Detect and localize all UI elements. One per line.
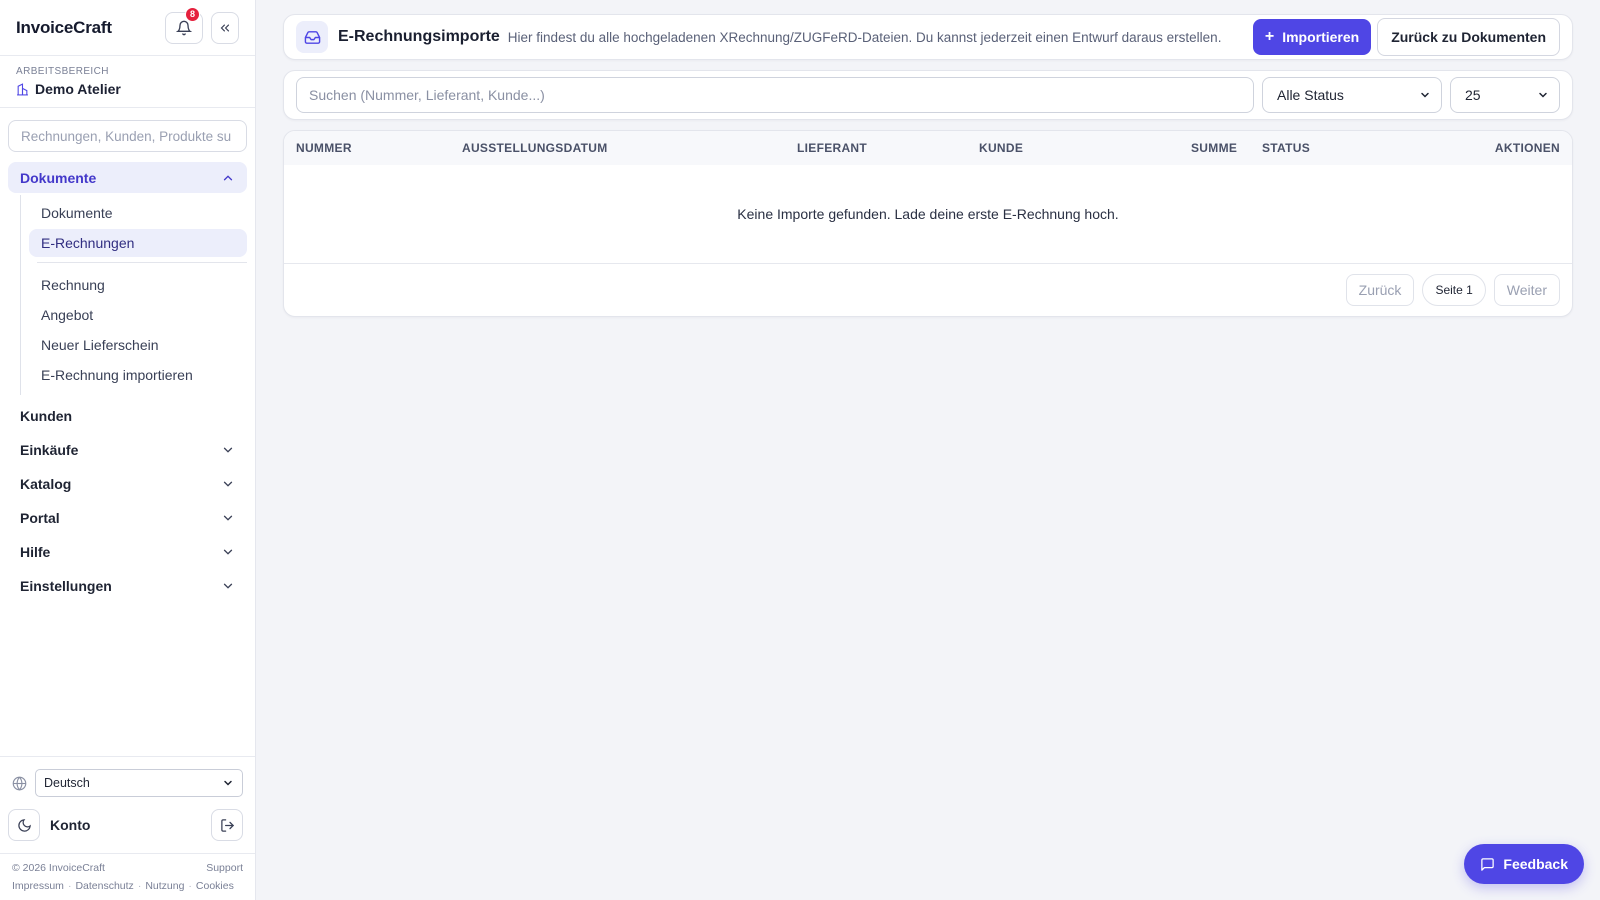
plus-icon: + xyxy=(1264,28,1275,45)
nav-purchases[interactable]: Einkäufe xyxy=(8,433,247,467)
pagination: Zurück Seite 1 Weiter xyxy=(284,264,1572,316)
message-icon xyxy=(1481,857,1495,871)
notifications-button[interactable]: 8 xyxy=(165,6,203,44)
copyright: © 2026 InvoiceCraft xyxy=(12,862,105,874)
per-page-selected: 25 xyxy=(1465,87,1481,103)
column-header-status[interactable]: STATUS xyxy=(1262,141,1310,155)
nav-portal-label: Portal xyxy=(20,510,60,526)
status-select[interactable]: Alle Status xyxy=(1262,77,1442,113)
next-page-button[interactable]: Weiter xyxy=(1493,274,1560,306)
sidebar-item-rechnung[interactable]: Rechnung xyxy=(29,271,247,299)
chevron-up-icon xyxy=(223,174,233,180)
prev-page-button[interactable]: Zurück xyxy=(1345,274,1415,306)
sidebar-item-e-rechnungen[interactable]: E-Rechnungen xyxy=(29,229,247,257)
cookies-link[interactable]: Cookies xyxy=(196,880,234,892)
sidebar-bottom: Deutsch Konto © 2026 InvoiceCraft Suppor… xyxy=(0,756,255,900)
theme-toggle-button[interactable] xyxy=(8,809,40,841)
globe-icon xyxy=(12,776,27,791)
column-header-nummer[interactable]: NUMMER xyxy=(296,141,352,155)
chevron-down-icon xyxy=(223,515,233,521)
bell-icon xyxy=(176,20,192,35)
imports-table: NUMMER AUSSTELLUNGSDATUM LIEFERANT KUNDE… xyxy=(283,130,1573,317)
nutzung-link[interactable]: Nutzung xyxy=(145,880,184,892)
moon-icon xyxy=(17,818,31,832)
column-header-kunde[interactable]: KUNDE xyxy=(979,141,1023,155)
chevron-down-icon xyxy=(223,447,233,453)
nav-purchases-label: Einkäufe xyxy=(20,442,79,458)
chevron-down-icon xyxy=(223,481,233,487)
impressum-link[interactable]: Impressum xyxy=(12,880,64,892)
workspace-label: ARBEITSBEREICH xyxy=(16,66,109,77)
collapse-sidebar-button[interactable] xyxy=(211,11,239,44)
account-link[interactable]: Konto xyxy=(50,817,201,833)
column-header-ausstellungsdatum[interactable]: AUSSTELLUNGSDATUM xyxy=(462,141,608,155)
page-title: E-Rechnungsimporte xyxy=(338,28,500,45)
chevron-down-icon xyxy=(223,583,233,589)
page-header: E-Rechnungsimporte Hier findest du alle … xyxy=(283,14,1573,60)
submenu-divider xyxy=(37,262,247,263)
chevron-down-icon xyxy=(224,780,232,786)
inbox-icon-wrap xyxy=(296,21,328,53)
language-selected: Deutsch xyxy=(44,776,90,790)
feedback-button[interactable]: Feedback xyxy=(1464,844,1584,884)
import-button-label: Importieren xyxy=(1282,29,1360,45)
notification-badge: 8 xyxy=(185,6,200,22)
column-header-lieferant[interactable]: LIEFERANT xyxy=(797,141,867,155)
chevron-down-icon xyxy=(223,549,233,555)
feedback-label: Feedback xyxy=(1503,856,1568,872)
per-page-select[interactable]: 25 xyxy=(1450,77,1560,113)
chevron-down-icon xyxy=(1539,92,1547,98)
table-header: NUMMER AUSSTELLUNGSDATUM LIEFERANT KUNDE… xyxy=(284,131,1572,165)
workspace-name: Demo Atelier xyxy=(35,81,121,97)
filter-bar: Suchen (Nummer, Lieferant, Kunde...) All… xyxy=(283,70,1573,120)
nav-settings[interactable]: Einstellungen xyxy=(8,569,247,603)
sidebar-item-angebot[interactable]: Angebot xyxy=(29,301,247,329)
search-input[interactable]: Suchen (Nummer, Lieferant, Kunde...) xyxy=(296,77,1254,113)
nav-customers-label: Kunden xyxy=(20,408,73,424)
sidebar: InvoiceCraft 8 ARBEITSBEREICH Demo Ateli… xyxy=(0,0,256,900)
sidebar-footer: © 2026 InvoiceCraft Support Impressum · D… xyxy=(0,853,255,900)
building-icon xyxy=(17,82,28,95)
workspace-switcher[interactable]: ARBEITSBEREICH Demo Atelier xyxy=(0,56,255,108)
logout-button[interactable] xyxy=(211,809,243,841)
back-to-documents-button[interactable]: Zurück zu Dokumenten xyxy=(1377,18,1560,56)
separator-dot: · xyxy=(188,880,192,892)
nav-help-label: Hilfe xyxy=(20,544,51,560)
current-page: Seite 1 xyxy=(1422,274,1486,306)
datenschutz-link[interactable]: Datenschutz xyxy=(75,880,133,892)
brand-row: InvoiceCraft 8 xyxy=(0,0,255,56)
sidebar-item-lieferschein[interactable]: Neuer Lieferschein xyxy=(29,331,247,359)
chevron-down-icon xyxy=(1421,92,1429,98)
sidebar-item-e-rechnung-importieren[interactable]: E-Rechnung importieren xyxy=(29,361,247,389)
documents-submenu: Dokumente E-Rechnungen Rechnung Angebot … xyxy=(20,195,247,395)
sidebar-item-dokumente[interactable]: Dokumente xyxy=(29,199,247,227)
support-link[interactable]: Support xyxy=(206,862,243,874)
sidebar-search-input[interactable]: Rechnungen, Kunden, Produkte su xyxy=(8,120,247,152)
column-header-summe[interactable]: SUMME xyxy=(1191,141,1237,155)
nav-documents[interactable]: Dokumente xyxy=(8,162,247,193)
inbox-icon xyxy=(304,30,320,44)
chevrons-left-icon xyxy=(220,24,230,31)
main-content: E-Rechnungsimporte Hier findest du alle … xyxy=(283,14,1573,317)
nav-catalog[interactable]: Katalog xyxy=(8,467,247,501)
empty-state: Keine Importe gefunden. Lade deine erste… xyxy=(284,165,1572,264)
nav-help[interactable]: Hilfe xyxy=(8,535,247,569)
brand-logo: InvoiceCraft xyxy=(16,17,112,37)
import-button[interactable]: + Importieren xyxy=(1252,19,1372,55)
nav-portal[interactable]: Portal xyxy=(8,501,247,535)
nav-documents-label: Dokumente xyxy=(20,169,97,186)
nav-customers[interactable]: Kunden xyxy=(8,399,247,433)
separator-dot: · xyxy=(67,880,72,892)
logout-icon xyxy=(220,818,234,832)
separator-dot: · xyxy=(137,880,142,892)
language-select[interactable]: Deutsch xyxy=(35,769,243,797)
nav-settings-label: Einstellungen xyxy=(20,578,112,594)
page-description: Hier findest du alle hochgeladenen XRech… xyxy=(507,29,1222,45)
nav-catalog-label: Katalog xyxy=(20,476,72,492)
column-header-aktionen: AKTIONEN xyxy=(1494,141,1560,155)
status-selected: Alle Status xyxy=(1277,87,1344,103)
